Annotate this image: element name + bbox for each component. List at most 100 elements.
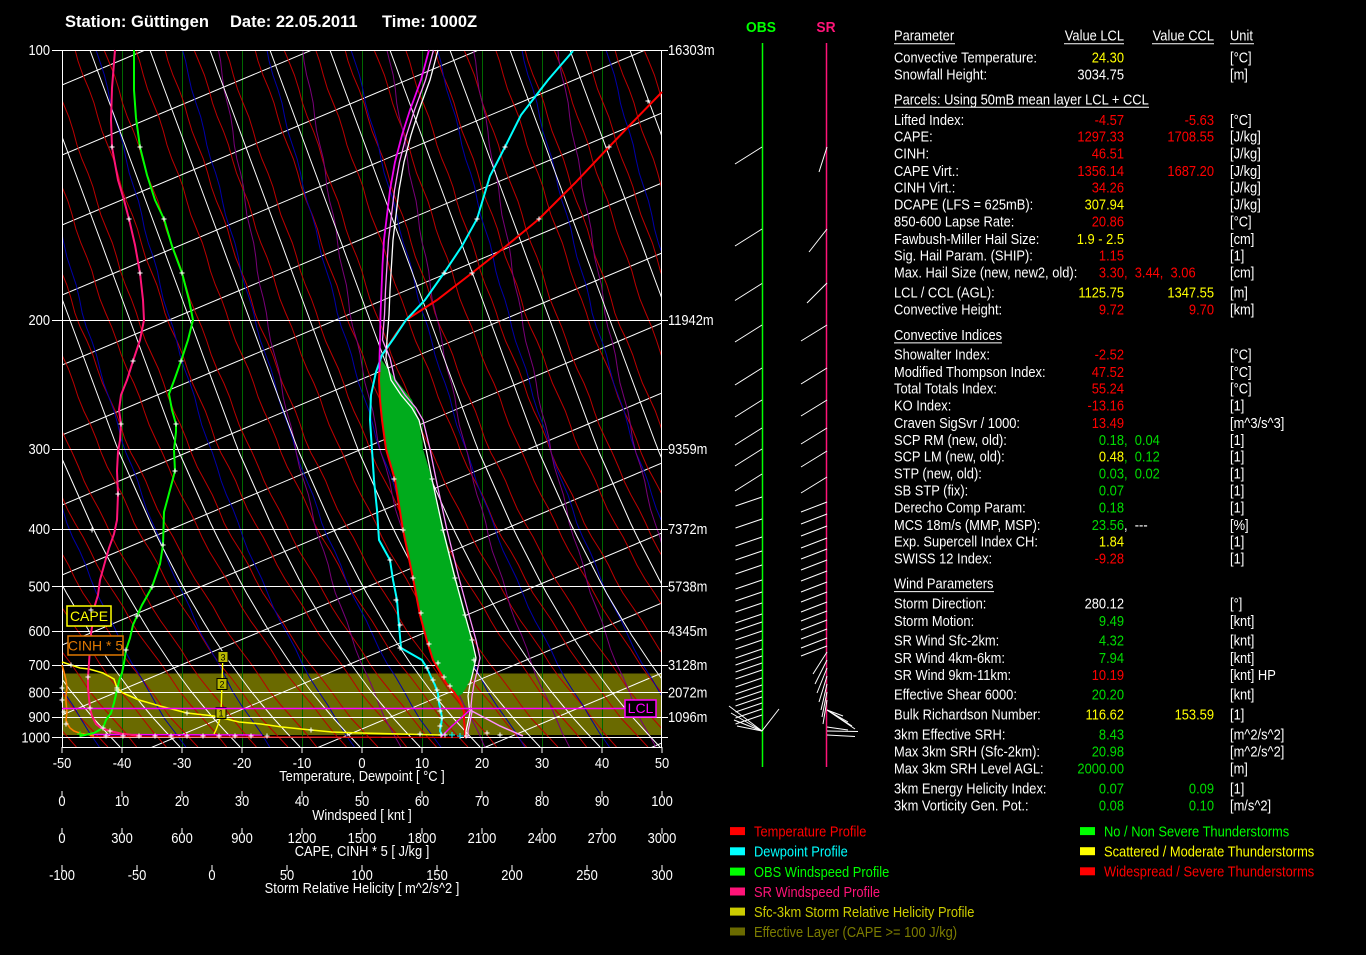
svg-text:[knt]: [knt] <box>1230 686 1254 703</box>
svg-text:4345m: 4345m <box>668 622 707 639</box>
svg-text:SR Wind 4km-6km:: SR Wind 4km-6km: <box>894 649 1005 666</box>
svg-text:, 0.04: , 0.04 <box>1124 431 1160 448</box>
svg-text:Convective Indices: Convective Indices <box>894 326 1002 343</box>
svg-text:[m]: [m] <box>1230 65 1248 82</box>
svg-text:1096m: 1096m <box>668 708 707 725</box>
svg-text:Time: 1000Z: Time: 1000Z <box>382 13 477 31</box>
svg-text:SR Windspeed Profile: SR Windspeed Profile <box>754 883 880 900</box>
svg-text:CAPE, CINH * 5 [ J/kg ]: CAPE, CINH * 5 [ J/kg ] <box>295 842 430 859</box>
svg-text:100: 100 <box>651 792 673 809</box>
svg-text:Snowfall Height:: Snowfall Height: <box>894 65 987 82</box>
svg-text:70: 70 <box>475 792 490 809</box>
svg-text:600: 600 <box>171 829 193 846</box>
svg-text:-50: -50 <box>53 754 72 771</box>
svg-text:-100: -100 <box>49 866 75 883</box>
svg-text:307.94: 307.94 <box>1085 196 1125 213</box>
svg-text:23.56: 23.56 <box>1092 516 1124 533</box>
svg-text:[cm]: [cm] <box>1230 264 1254 281</box>
svg-text:300: 300 <box>651 866 673 883</box>
svg-text:[J/kg]: [J/kg] <box>1230 179 1261 196</box>
svg-text:[°C]: [°C] <box>1230 213 1252 230</box>
svg-text:600: 600 <box>29 622 51 639</box>
svg-text:CINH Virt.:: CINH Virt.: <box>894 179 955 196</box>
svg-text:80: 80 <box>535 792 550 809</box>
svg-text:[m^2/s^2]: [m^2/s^2] <box>1230 725 1284 742</box>
svg-text:280.12: 280.12 <box>1085 595 1125 612</box>
svg-text:34.26: 34.26 <box>1092 179 1124 196</box>
svg-text:[J/kg]: [J/kg] <box>1230 162 1261 179</box>
svg-text:5738m: 5738m <box>668 578 707 595</box>
svg-text:4.32: 4.32 <box>1099 632 1124 649</box>
svg-text:0.09: 0.09 <box>1189 780 1214 797</box>
svg-text:OBS: OBS <box>746 20 776 37</box>
svg-text:Showalter Index:: Showalter Index: <box>894 346 990 363</box>
svg-text:30: 30 <box>535 754 550 771</box>
svg-text:Fawbush-Miller Hail Size:: Fawbush-Miller Hail Size: <box>894 230 1039 247</box>
svg-text:Bulk Richardson Number:: Bulk Richardson Number: <box>894 706 1041 723</box>
svg-text:13.49: 13.49 <box>1092 414 1124 431</box>
svg-text:DCAPE (LFS = 625mB):: DCAPE (LFS = 625mB): <box>894 196 1033 213</box>
svg-text:[cm]: [cm] <box>1230 230 1254 247</box>
svg-text:No / Non Severe Thunderstorms: No / Non Severe Thunderstorms <box>1104 822 1289 839</box>
svg-text:1297.33: 1297.33 <box>1077 128 1124 145</box>
svg-text:3034.75: 3034.75 <box>1077 65 1124 82</box>
svg-text:Storm Motion:: Storm Motion: <box>894 612 974 629</box>
svg-text:9.72: 9.72 <box>1099 301 1124 318</box>
svg-text:0: 0 <box>58 792 65 809</box>
svg-text:Derecho Comp Param:: Derecho Comp Param: <box>894 499 1026 516</box>
svg-text:900: 900 <box>29 708 51 725</box>
svg-text:3.30: 3.30 <box>1099 264 1124 281</box>
svg-text:Lifted Index:: Lifted Index: <box>894 111 964 128</box>
svg-text:Total Totals Index:: Total Totals Index: <box>894 380 997 397</box>
svg-text:100: 100 <box>29 41 51 58</box>
svg-text:[knt] HP: [knt] HP <box>1230 666 1276 683</box>
svg-text:7.94: 7.94 <box>1099 649 1124 666</box>
svg-text:20: 20 <box>175 792 190 809</box>
svg-text:3: 3 <box>220 653 225 663</box>
svg-text:1356.14: 1356.14 <box>1077 162 1124 179</box>
svg-text:700: 700 <box>29 656 51 673</box>
svg-text:10: 10 <box>115 792 130 809</box>
svg-text:2400: 2400 <box>528 829 557 846</box>
svg-text:[1]: [1] <box>1230 533 1244 550</box>
svg-text:1708.55: 1708.55 <box>1167 128 1214 145</box>
svg-text:Modified Thompson Index:: Modified Thompson Index: <box>894 363 1046 380</box>
svg-text:SB STP (fix):: SB STP (fix): <box>894 482 968 499</box>
svg-text:800: 800 <box>29 684 51 701</box>
svg-text:Max 3km SRH (Sfc-2km):: Max 3km SRH (Sfc-2km): <box>894 742 1040 759</box>
svg-text:Value CCL: Value CCL <box>1153 27 1215 44</box>
svg-text:50: 50 <box>655 754 670 771</box>
svg-text:3000: 3000 <box>648 829 677 846</box>
svg-text:Sfc-3km Storm Relative Helicit: Sfc-3km Storm Relative Helicity Profile <box>754 903 975 920</box>
svg-text:[1]: [1] <box>1230 706 1244 723</box>
svg-text:[m^2/s^2]: [m^2/s^2] <box>1230 742 1284 759</box>
svg-text:Temperature Profile: Temperature Profile <box>754 822 867 839</box>
svg-text:[J/kg]: [J/kg] <box>1230 196 1261 213</box>
svg-text:46.51: 46.51 <box>1092 145 1124 162</box>
svg-text:, 0.02: , 0.02 <box>1124 465 1160 482</box>
svg-text:1.9 - 2.5: 1.9 - 2.5 <box>1077 230 1124 247</box>
svg-text:, 3.44, 3.06: , 3.44, 3.06 <box>1124 264 1196 281</box>
svg-text:[°C]: [°C] <box>1230 111 1252 128</box>
svg-text:300: 300 <box>29 440 51 457</box>
svg-text:0.10: 0.10 <box>1189 797 1214 814</box>
svg-text:SCP LM (new, old):: SCP LM (new, old): <box>894 448 1005 465</box>
svg-text:1000: 1000 <box>21 729 50 746</box>
svg-text:Station: Güttingen: Station: Güttingen <box>65 13 209 31</box>
svg-text:STP (new, old):: STP (new, old): <box>894 465 982 482</box>
svg-text:Wind Parameters: Wind Parameters <box>894 575 994 592</box>
svg-text:[1]: [1] <box>1230 780 1244 797</box>
svg-text:24.30: 24.30 <box>1092 48 1124 65</box>
svg-text:Value LCL: Value LCL <box>1065 27 1124 44</box>
svg-text:[knt]: [knt] <box>1230 649 1254 666</box>
svg-text:90: 90 <box>595 792 610 809</box>
svg-text:[knt]: [knt] <box>1230 632 1254 649</box>
svg-text:-40: -40 <box>113 754 132 771</box>
svg-text:[m/s^2]: [m/s^2] <box>1230 797 1271 814</box>
svg-text:Max. Hail Size (new, new2, old: Max. Hail Size (new, new2, old): <box>894 264 1077 281</box>
svg-text:10.19: 10.19 <box>1092 666 1124 683</box>
svg-text:CINH:: CINH: <box>894 145 929 162</box>
svg-text:1347.55: 1347.55 <box>1167 284 1214 301</box>
svg-text:[m^3/s^3]: [m^3/s^3] <box>1230 414 1284 431</box>
svg-text:1.84: 1.84 <box>1099 533 1124 550</box>
